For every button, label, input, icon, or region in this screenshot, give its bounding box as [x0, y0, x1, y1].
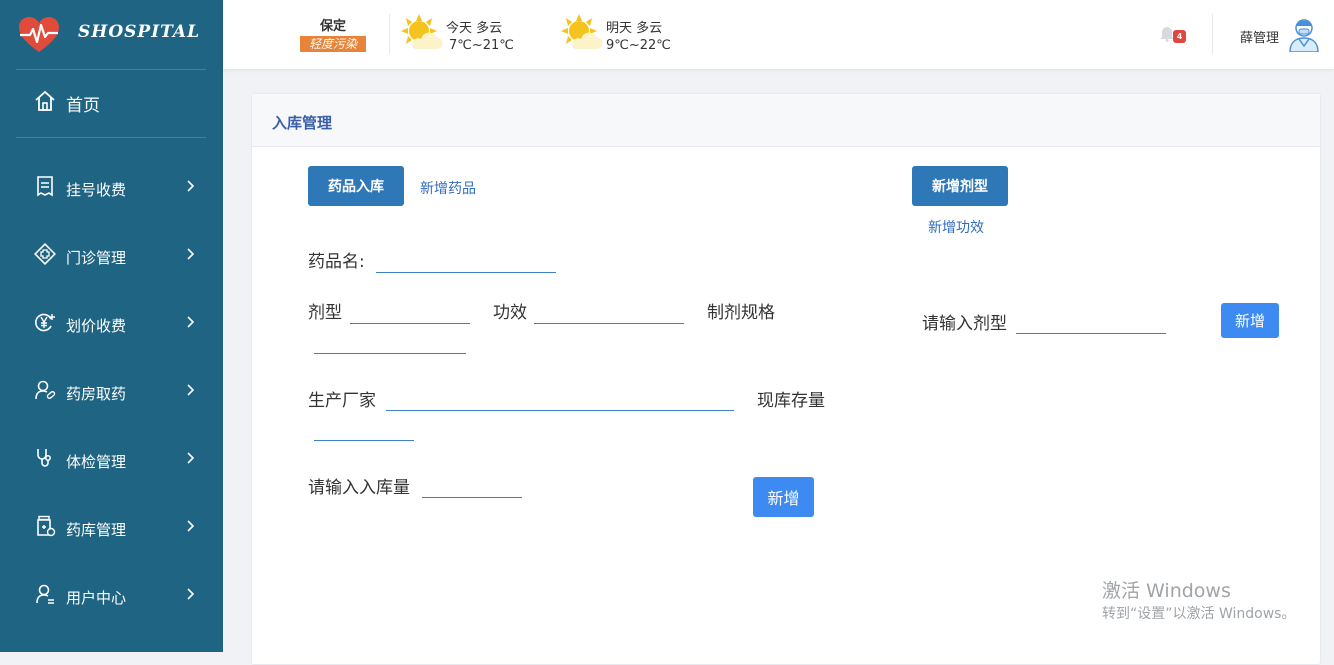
- divider: [16, 137, 206, 138]
- sidebar-item-label: 挂号收费: [66, 181, 127, 199]
- page-title: 入库管理: [272, 114, 333, 132]
- dosage-input[interactable]: [350, 299, 474, 323]
- manufacturer-label: 生产厂家: [308, 391, 376, 411]
- weather-tomorrow-desc: 明天 多云: [606, 21, 663, 36]
- top-header: 保定 轻度污染 今天 多云 7℃~21℃ 明天 多云 9℃~22℃ 4 薛管理: [223, 0, 1334, 69]
- chevron-right-icon: [187, 520, 195, 532]
- heart-pulse-icon: [19, 17, 59, 52]
- sidebar-item-label: 用户中心: [66, 589, 127, 607]
- sidebar-item-checkup[interactable]: 体检管理: [0, 436, 223, 484]
- divider: [389, 14, 390, 54]
- efficacy-input[interactable]: [534, 299, 688, 323]
- quantity-label: 请输入入库量: [308, 478, 410, 498]
- manufacturer-field[interactable]: [386, 386, 738, 411]
- sidebar-item-pricing[interactable]: 划价收费: [0, 300, 223, 348]
- add-dosage-button[interactable]: 新增剂型: [912, 166, 1008, 206]
- weather-city: 保定: [320, 19, 347, 34]
- stock-in-submit-button[interactable]: 新增: [753, 477, 814, 517]
- stethoscope-icon: [37, 449, 51, 467]
- sidebar-item-label: 体检管理: [66, 453, 127, 471]
- dosage-entry-label: 请输入剂型: [922, 314, 1007, 334]
- user-icon: [36, 584, 54, 604]
- dosage-field[interactable]: [350, 299, 474, 324]
- air-quality-badge: 轻度污染: [300, 36, 366, 52]
- dosage-entry-field[interactable]: [1016, 309, 1170, 334]
- notification-badge: 4: [1173, 30, 1186, 43]
- sidebar-item-registration[interactable]: 挂号收费: [0, 164, 223, 212]
- spec-label: 制剂规格: [707, 303, 775, 323]
- activation-watermark-text: 转到“设置”以激活 Windows。: [1102, 606, 1296, 622]
- dosage-label: 剂型: [308, 303, 342, 323]
- spec-input[interactable]: [314, 329, 470, 353]
- drug-name-label: 药品名:: [308, 252, 365, 272]
- quantity-field[interactable]: [422, 473, 526, 498]
- drug-name-input[interactable]: [376, 248, 560, 272]
- weather-today-temp: 7℃~21℃: [449, 38, 514, 53]
- sidebar-item-outpatient[interactable]: 门诊管理: [0, 232, 223, 280]
- chevron-right-icon: [187, 452, 195, 464]
- yen-coin-icon: [35, 313, 55, 332]
- drug-name-field[interactable]: [376, 248, 560, 273]
- tab-drug-stock-in[interactable]: 药品入库: [308, 166, 404, 206]
- sidebar-item-label: 药库管理: [66, 521, 127, 539]
- divider: [1212, 14, 1213, 54]
- add-efficacy-link[interactable]: 新增功效: [928, 217, 984, 237]
- sidebar-item-label: 划价收费: [66, 317, 127, 335]
- quantity-input[interactable]: [422, 473, 526, 497]
- sidebar-item-label: 药房取药: [66, 385, 127, 403]
- weather-tomorrow-temp: 9℃~22℃: [606, 38, 671, 53]
- receipt-icon: [37, 176, 53, 197]
- sidebar-item-label: 首页: [66, 96, 100, 116]
- add-dosage-submit-button[interactable]: 新增: [1221, 303, 1279, 338]
- sidebar: SHOSPITAL 首页 挂号收费 门诊管理 划价收费 药房取药 体检管理 药库…: [0, 0, 223, 652]
- sidebar-item-user-center[interactable]: 用户中心: [0, 572, 223, 620]
- chevron-right-icon: [187, 316, 195, 328]
- stock-label: 现库存量: [757, 391, 825, 411]
- spec-field[interactable]: [314, 329, 470, 354]
- sidebar-item-pharmacy[interactable]: 药房取药: [0, 368, 223, 416]
- home-icon: [35, 90, 55, 111]
- activation-watermark-title: 激活 Windows: [1102, 580, 1231, 602]
- chevron-right-icon: [187, 384, 195, 396]
- sidebar-item-drug-warehouse[interactable]: 药库管理: [0, 504, 223, 552]
- medical-cross-icon: [34, 243, 56, 265]
- stock-input[interactable]: [314, 416, 418, 440]
- logo[interactable]: SHOSPITAL: [0, 0, 223, 69]
- chevron-right-icon: [187, 180, 195, 192]
- chevron-right-icon: [187, 588, 195, 600]
- dosage-entry-input[interactable]: [1016, 309, 1170, 333]
- user-name[interactable]: 薛管理: [1240, 27, 1279, 46]
- chevron-right-icon: [187, 248, 195, 260]
- user-pill-icon: [35, 380, 56, 400]
- doctor-avatar-icon[interactable]: [1287, 16, 1321, 52]
- weather-today-desc: 今天 多云: [446, 21, 503, 36]
- partly-cloudy-icon: [561, 14, 603, 49]
- manufacturer-input[interactable]: [386, 386, 738, 410]
- panel-header: 入库管理: [252, 94, 1320, 147]
- partly-cloudy-icon: [401, 14, 443, 49]
- sidebar-item-home[interactable]: 首页: [0, 70, 223, 136]
- logo-text: SHOSPITAL: [78, 22, 201, 42]
- tab-add-drug-link[interactable]: 新增药品: [420, 178, 476, 198]
- medicine-box-icon: [37, 515, 56, 537]
- sidebar-item-label: 门诊管理: [66, 249, 127, 267]
- efficacy-label: 功效: [493, 303, 527, 323]
- stock-field[interactable]: [314, 416, 418, 441]
- efficacy-field[interactable]: [534, 299, 688, 324]
